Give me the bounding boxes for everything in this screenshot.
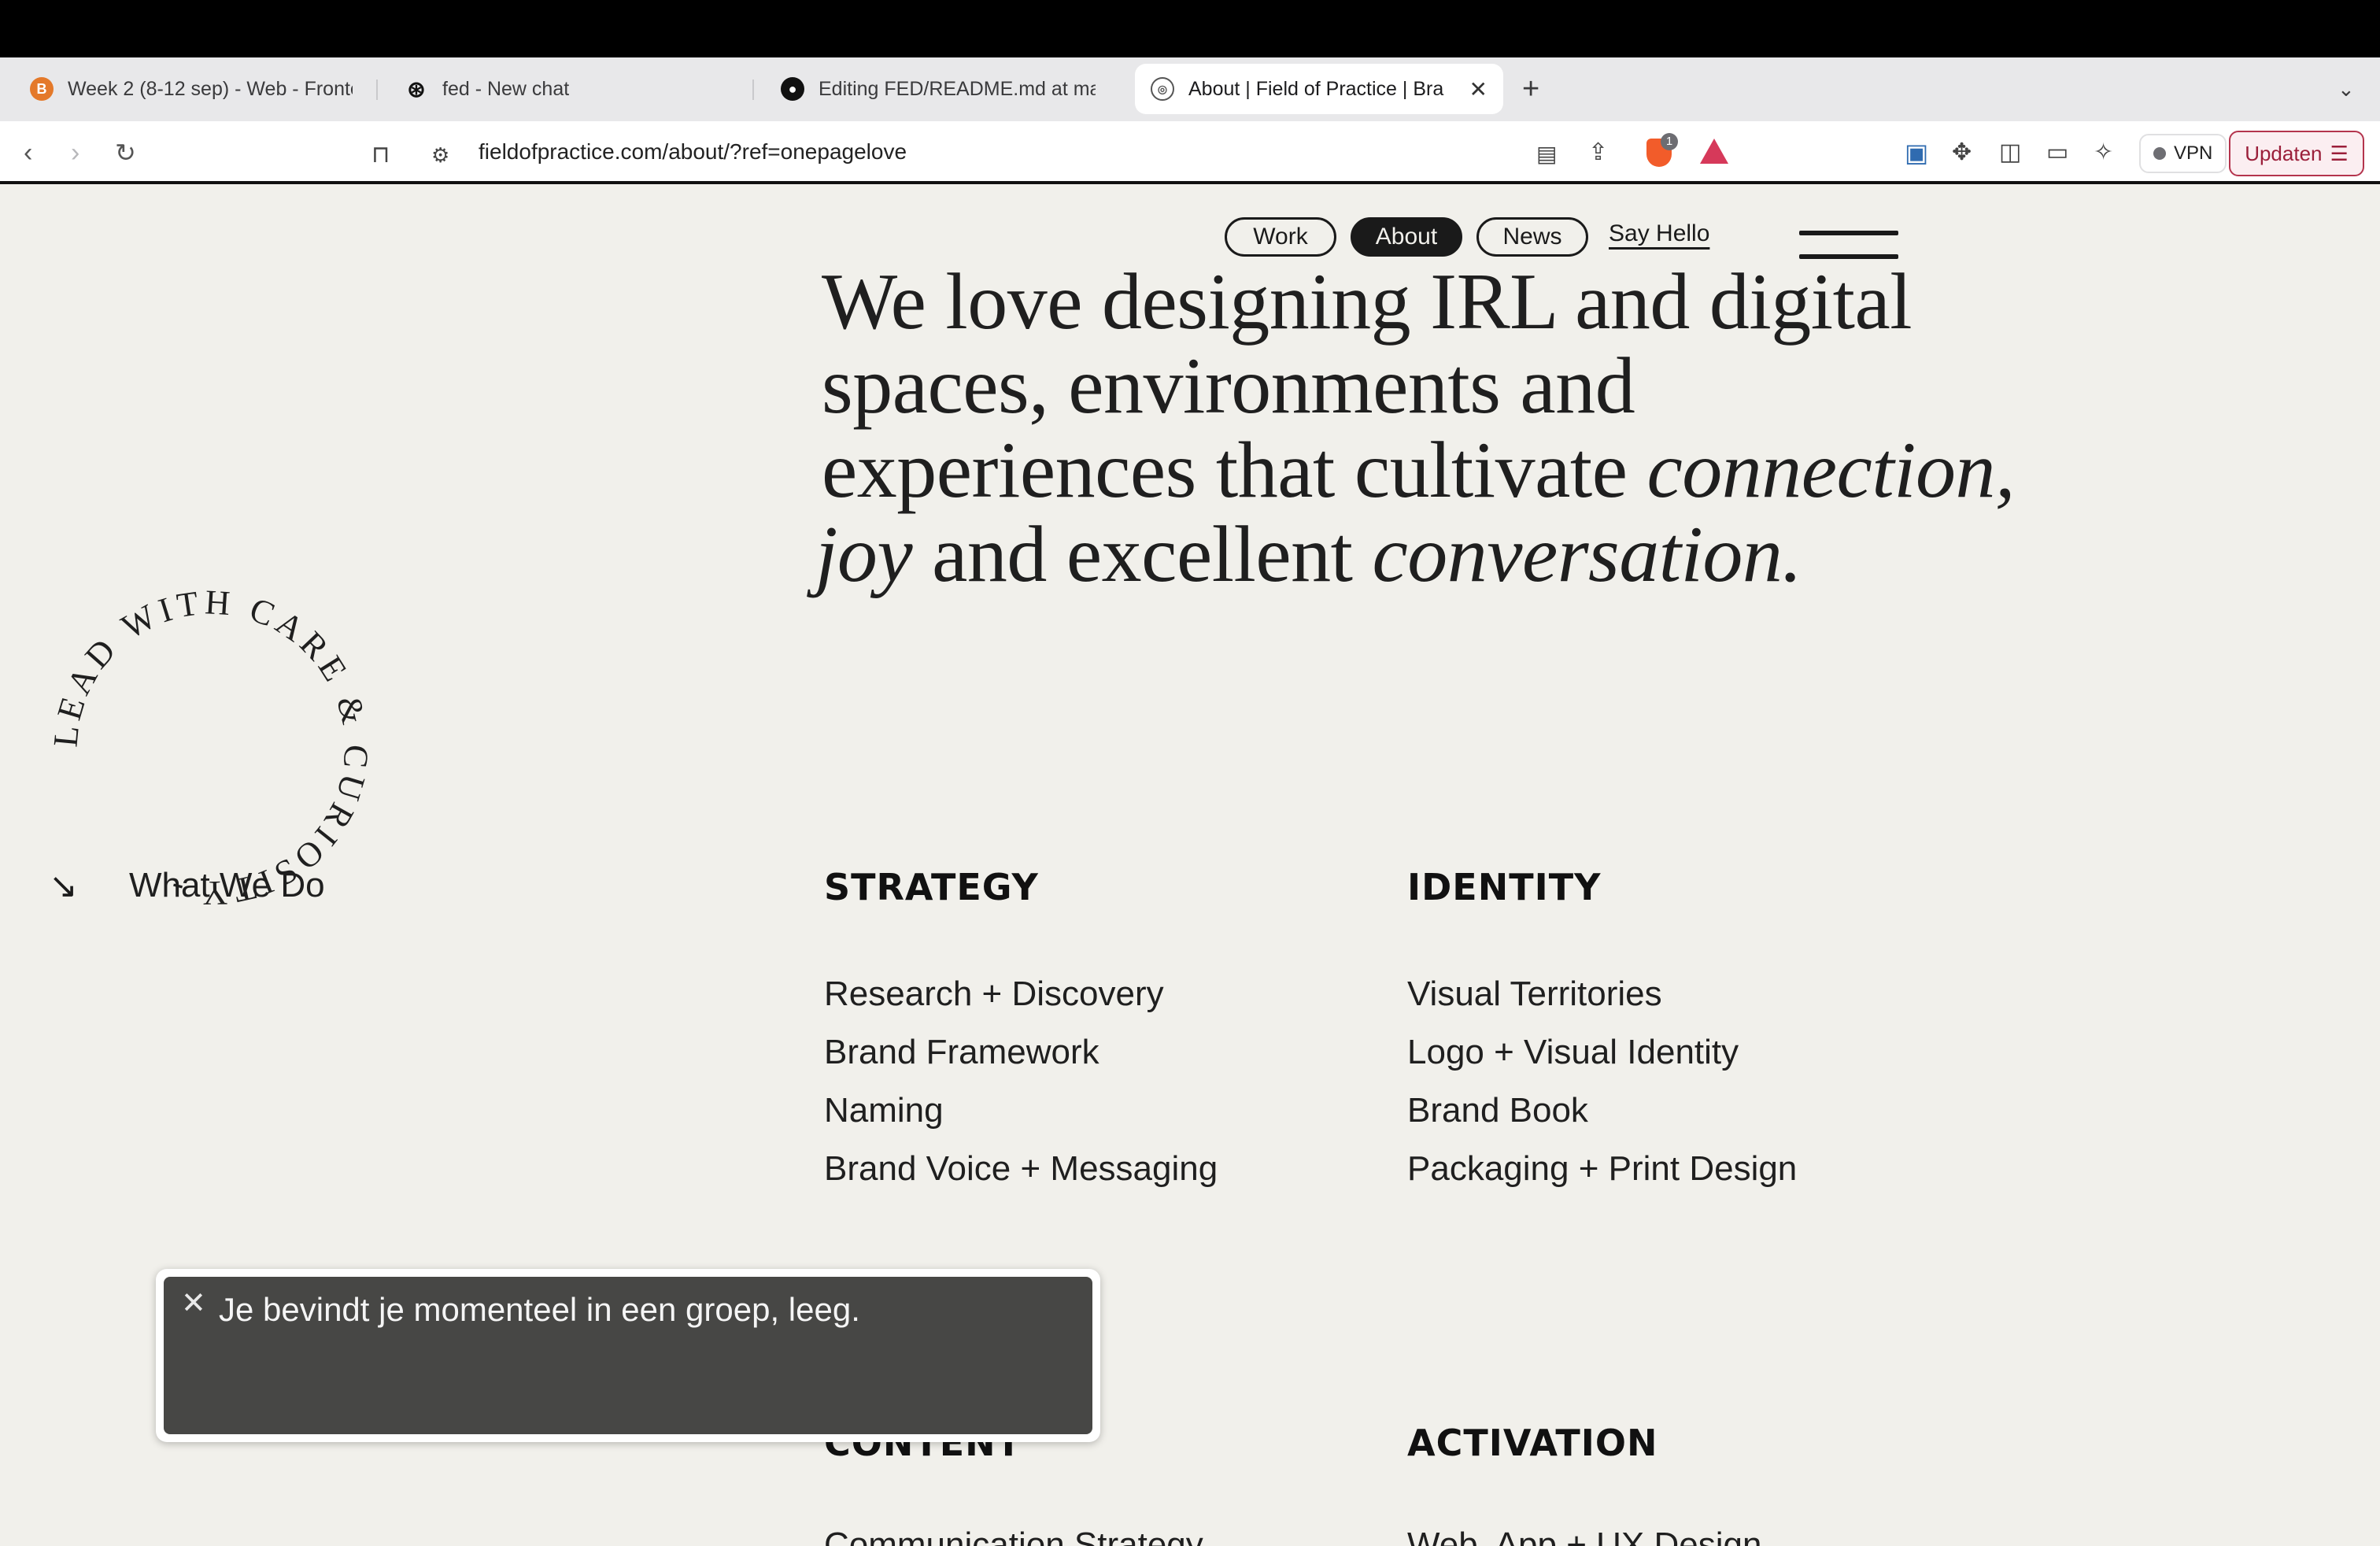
site-favicon-icon: ◎ — [1151, 77, 1174, 101]
tab-list-chevron-icon[interactable]: ⌄ — [2338, 77, 2355, 102]
hero-text: experiences that cultivate — [822, 426, 1647, 515]
extensions-icon[interactable]: ✥ — [1952, 137, 1972, 168]
nav-about-link[interactable]: About — [1351, 217, 1462, 257]
leo-ai-icon[interactable]: ✧ — [2094, 137, 2113, 168]
identity-item: Visual Territories — [1407, 975, 1662, 1013]
hero-line: spaces, environments and — [822, 342, 1635, 431]
hamburger-menu-icon: ☰ — [2330, 141, 2349, 165]
extension-s-icon[interactable]: ▣ — [1905, 137, 1928, 168]
hero-text: and excellent — [912, 510, 1373, 599]
close-icon[interactable]: ✕ — [181, 1288, 206, 1319]
site-settings-icon[interactable]: ⚙ — [431, 139, 449, 171]
update-button[interactable]: Updaten ☰ — [2229, 131, 2364, 176]
what-we-do-label: What We Do — [129, 866, 325, 904]
vpn-status-icon — [2153, 147, 2166, 160]
nav-work-link[interactable]: Work — [1225, 217, 1336, 257]
hero-italic-text: connection, — [1646, 426, 2016, 515]
hero-line: experiences that cultivate connection, — [822, 428, 2049, 512]
sidebar-icon[interactable]: ◫ — [1999, 137, 2021, 168]
tab-title: About | Field of Practice | Bra — [1188, 77, 1444, 100]
toolbar-divider — [0, 181, 2380, 184]
tab-github-readme[interactable]: ● Editing FED/README.md at main — [765, 64, 1111, 114]
lead-with-care-circular-badge: LEAD WITH CARE & CURIOSITY - — [46, 583, 375, 912]
tab-title: fed - New chat — [442, 77, 570, 100]
tab-about-fop[interactable]: ◎ About | Field of Practice | Bra ✕ — [1135, 64, 1503, 114]
tab-title: Week 2 (8-12 sep) - Web - Fronte — [68, 77, 353, 100]
wallet-icon[interactable]: ▭ — [2046, 137, 2068, 168]
strategy-item: Naming — [824, 1091, 944, 1130]
update-label: Updaten — [2245, 141, 2323, 165]
tab-favicon-icon: B — [30, 77, 54, 101]
hero-italic-text: joy — [815, 510, 913, 599]
rewards-icon[interactable] — [1700, 139, 1728, 164]
circular-badge-text: LEAD WITH CARE & CURIOSITY - — [46, 583, 375, 912]
bookmark-icon[interactable]: ⊓ — [371, 139, 390, 171]
activation-item-partial: Web, App + UX Design — [1407, 1526, 1762, 1546]
strategy-heading: STRATEGY — [824, 866, 1039, 908]
identity-item: Packaging + Print Design — [1407, 1149, 1798, 1188]
share-icon[interactable]: ⇪ — [1588, 137, 1608, 168]
shields-count-badge: 1 — [1661, 133, 1678, 150]
strategy-item: Brand Framework — [824, 1033, 1099, 1071]
voiceover-caption-text: Je bevindt je momenteel in een groep, le… — [219, 1291, 860, 1328]
identity-heading: IDENTITY — [1407, 866, 1602, 908]
address-bar[interactable]: fieldofpractice.com/about/?ref=onepagelo… — [479, 139, 907, 165]
new-tab-button[interactable]: + — [1522, 73, 1539, 105]
menu-bar-region — [0, 0, 2380, 57]
tab-strip: B Week 2 (8-12 sep) - Web - Fronte ⊛ fed… — [0, 57, 2380, 121]
hero-statement: We love designing IRL and digital spaces… — [815, 257, 2049, 597]
openai-icon: ⊛ — [407, 76, 426, 102]
identity-item: Brand Book — [1407, 1091, 1588, 1130]
hero-line: joy and excellent conversation. — [815, 512, 2049, 597]
tab-separator — [752, 80, 754, 100]
vpn-button[interactable]: VPN — [2139, 134, 2227, 173]
github-icon: ● — [781, 77, 804, 101]
hero-line: We love designing IRL and digital — [822, 257, 1913, 346]
forward-icon[interactable]: › — [71, 137, 79, 168]
strategy-item: Brand Voice + Messaging — [824, 1149, 1218, 1188]
tab-title: Editing FED/README.md at main — [819, 77, 1096, 100]
tab-separator — [376, 80, 378, 100]
strategy-item: Research + Discovery — [824, 975, 1164, 1013]
nav-news-link[interactable]: News — [1476, 217, 1588, 257]
hero-italic-text: conversation. — [1372, 510, 1802, 599]
reload-icon[interactable]: ↻ — [115, 137, 136, 168]
tab-fed-chat[interactable]: ⊛ fed - New chat — [389, 64, 743, 114]
identity-item: Logo + Visual Identity — [1407, 1033, 1739, 1071]
vpn-label: VPN — [2174, 142, 2213, 164]
content-item-partial: Communication Strategy — [824, 1526, 1203, 1546]
activation-heading: ACTIVATION — [1407, 1422, 1658, 1464]
toolbar — [0, 121, 2380, 182]
nav-say-hello-link[interactable]: Say Hello — [1609, 220, 1709, 247]
close-tab-icon[interactable]: ✕ — [1469, 76, 1488, 102]
reader-icon[interactable]: ▤ — [1536, 139, 1557, 170]
arrow-down-right-icon: ↘ — [49, 867, 78, 905]
tab-week2[interactable]: B Week 2 (8-12 sep) - Web - Fronte — [14, 64, 368, 114]
back-icon[interactable]: ‹ — [24, 137, 32, 168]
